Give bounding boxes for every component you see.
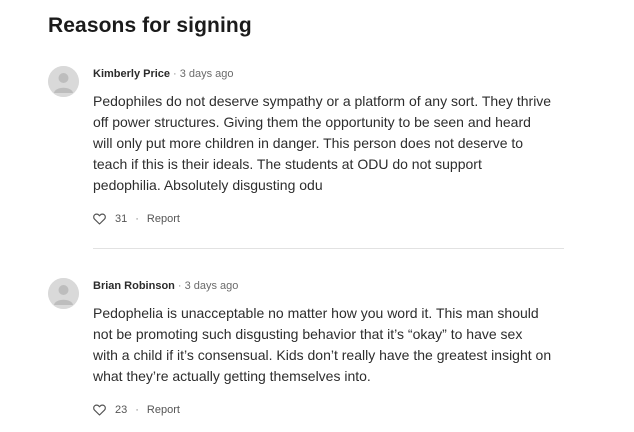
avatar-icon [48,66,79,97]
like-count: 31 [115,213,128,225]
heart-icon[interactable] [93,404,106,416]
author-name[interactable]: Kimberly Price [93,68,170,80]
comment-body: Pedophiles do not deserve sympathy or a … [93,91,552,196]
action-separator: · [135,404,139,416]
comment-body-line: what they’re actually getting themselves… [93,368,371,384]
comment-timestamp: 3 days ago [184,280,239,292]
comment-body-line: off power structures. Giving them the op… [93,114,531,130]
comment-meta: Kimberly Price · 3 days ago [93,66,234,82]
action-separator: · [135,213,139,225]
author-name[interactable]: Brian Robinson [93,280,175,292]
heart-icon[interactable] [93,213,106,225]
report-link[interactable]: Report [147,402,180,418]
comment-body-line: with a child if it’s consensual. Kids do… [93,347,552,363]
comment-body-line: pedophilia. Absolutely disgusting odu [93,177,323,193]
page-title: Reasons for signing [48,14,252,37]
comment-actions: 23 · Report [93,402,180,418]
comment-actions: 31 · Report [93,211,180,227]
comment-timestamp: 3 days ago [179,68,234,80]
comment-body-line: will only put more children in danger. T… [93,135,524,151]
comment-body-line: not be promoting such disgusting behavio… [93,326,523,342]
comment-body-line: Pedophelia is unacceptable no matter how… [93,305,539,321]
report-link[interactable]: Report [147,211,180,227]
meta-separator: · [173,68,177,80]
like-count: 23 [115,404,128,416]
comment-body-line: Pedophiles do not deserve sympathy or a … [93,93,552,109]
meta-separator: · [177,280,182,292]
comment-body-line: teach if this is their ideals. The stude… [93,156,482,172]
comment-body: Pedophelia is unacceptable no matter how… [93,303,552,387]
comment-divider [93,248,564,249]
avatar-icon [48,278,79,309]
comment-meta: Brian Robinson · 3 days ago [93,278,238,294]
